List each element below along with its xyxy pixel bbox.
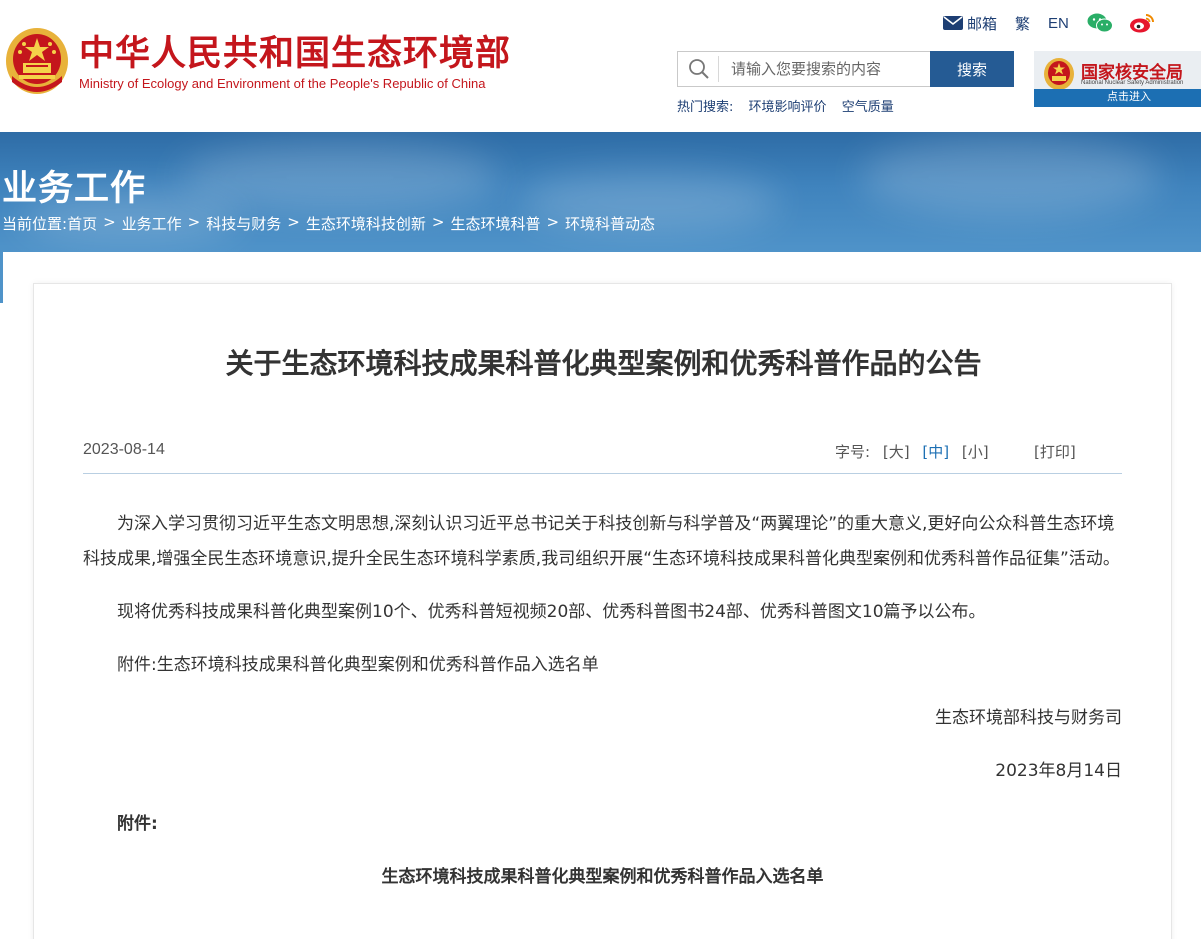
article-paragraph: 现将优秀科技成果科普化典型案例10个、优秀科普短视频20部、优秀科普图书24部、… [117, 602, 986, 622]
print-button[interactable]: [打印] [1034, 441, 1076, 462]
search-icon [689, 59, 709, 79]
top-links: 邮箱 繁 EN [943, 12, 1171, 34]
font-size-tools: 字号: [大] [中] [小] [835, 441, 989, 462]
search-divider [718, 56, 719, 82]
search-input[interactable] [731, 60, 921, 78]
attachment-link[interactable]: 附件:生态环境科技成果科普化典型案例和优秀科普作品入选名单 [83, 648, 1122, 683]
attachment-label: 附件: [117, 814, 158, 834]
breadcrumb-separator: > [287, 213, 300, 231]
breadcrumb-item-innovation[interactable]: 生态环境科技创新 [306, 213, 426, 234]
breadcrumb-item-news[interactable]: 环境科普动态 [565, 213, 655, 234]
article-meta: 2023-08-14 字号: [大] [中] [小] [打印] [83, 438, 1122, 474]
hot-search-label: 热门搜索: [677, 100, 734, 115]
search-box [677, 51, 930, 87]
mail-link[interactable]: 邮箱 [943, 13, 997, 34]
mail-icon [943, 16, 963, 30]
article-card: 关于生态环境科技成果科普化典型案例和优秀科普作品的公告 2023-08-14 字… [33, 283, 1172, 939]
left-accent-bar [0, 252, 3, 303]
font-size-medium-button[interactable]: [中] [922, 443, 949, 461]
font-size-label: 字号: [835, 443, 871, 461]
national-emblem-icon[interactable] [4, 26, 70, 96]
site-title-en[interactable]: Ministry of Ecology and Environment of t… [79, 76, 485, 91]
wechat-icon[interactable] [1087, 13, 1113, 33]
traditional-chinese-link[interactable]: 繁 [1015, 13, 1030, 34]
weibo-icon[interactable] [1129, 13, 1155, 33]
sign-date: 2023年8月14日 [995, 761, 1122, 781]
breadcrumb-item-popular-science[interactable]: 生态环境科普 [450, 213, 540, 234]
breadcrumb-item-science-finance[interactable]: 科技与财务 [206, 213, 281, 234]
section-banner: 业务工作 当前位置: 首页 > 业务工作 > 科技与财务 > 生态环境科技创新 … [0, 132, 1201, 252]
breadcrumb-separator: > [187, 213, 201, 231]
breadcrumb-separator: > [431, 213, 445, 231]
article-title: 关于生态环境科技成果科普化典型案例和优秀科普作品的公告 [225, 347, 982, 380]
hot-search-item[interactable]: 空气质量 [842, 100, 894, 115]
signature: 生态环境部科技与财务司 [935, 708, 1122, 728]
site-header: 中华人民共和国生态环境部 Ministry of Ecology and Env… [0, 0, 1201, 132]
attachment-title: 生态环境科技成果科普化典型案例和优秀科普作品入选名单 [381, 867, 824, 887]
english-link[interactable]: EN [1048, 15, 1069, 32]
nnsa-banner-link[interactable]: 国家核安全局 National Nuclear Safety Administr… [1034, 51, 1201, 107]
breadcrumb-item-business[interactable]: 业务工作 [122, 213, 182, 234]
hot-search: 热门搜索: 环境影响评价 空气质量 [677, 96, 894, 115]
mail-label: 邮箱 [967, 14, 998, 33]
site-title[interactable]: 中华人民共和国生态环境部 [79, 34, 511, 74]
breadcrumb-separator: > [103, 213, 116, 231]
nnsa-title-en: National Nuclear Safety Administration [1081, 80, 1184, 86]
article-body: 为深入学习贯彻习近平生态文明思想,深刻认识习近平总书记关于科技创新与科学普及“两… [83, 507, 1122, 913]
article-paragraph: 为深入学习贯彻习近平生态文明思想,深刻认识习近平总书记关于科技创新与科学普及“两… [83, 514, 1120, 569]
font-size-large-button[interactable]: [大] [883, 443, 910, 461]
search-button[interactable]: 搜索 [930, 51, 1014, 87]
national-emblem-icon [1044, 58, 1074, 90]
breadcrumb: 当前位置: 首页 > 业务工作 > 科技与财务 > 生态环境科技创新 > 生态环… [2, 213, 655, 234]
breadcrumb-label: 当前位置: [2, 215, 68, 233]
section-title: 业务工作 [2, 169, 147, 209]
publish-date: 2023-08-14 [83, 441, 165, 458]
breadcrumb-separator: > [546, 213, 560, 231]
nnsa-enter-label: 点击进入 [1034, 89, 1201, 104]
breadcrumb-item-home[interactable]: 首页 [67, 213, 97, 234]
font-size-small-button[interactable]: [小] [962, 443, 989, 461]
hot-search-item[interactable]: 环境影响评价 [749, 100, 827, 115]
